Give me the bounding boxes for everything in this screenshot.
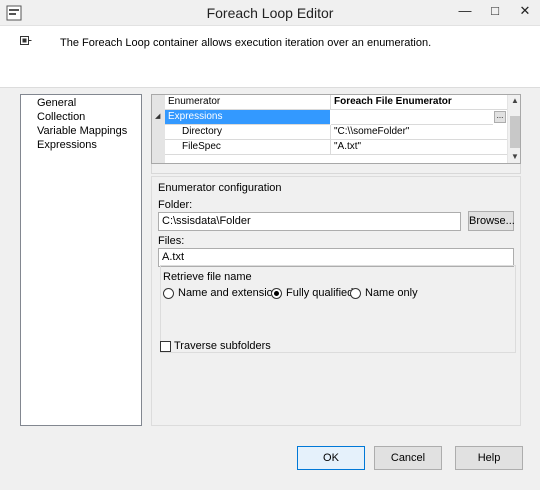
restore-icon[interactable]: □ xyxy=(480,0,510,24)
grid-row-directory[interactable]: Directory "C:\\someFolder" xyxy=(165,125,507,140)
name-and-extension-radio[interactable] xyxy=(163,288,174,299)
traverse-subfolders-checkbox[interactable] xyxy=(160,341,171,352)
grid-property-name: FileSpec xyxy=(182,141,221,152)
dialog-header: The Foreach Loop container allows execut… xyxy=(0,26,540,88)
name-only-label[interactable]: Name only xyxy=(365,287,418,299)
loop-icon xyxy=(20,36,32,45)
scrollbar-thumb[interactable] xyxy=(510,116,520,148)
page-list: General Collection Variable Mappings Exp… xyxy=(20,94,142,426)
retrieve-label: Retrieve file name xyxy=(163,271,252,283)
grid-property-name: Directory xyxy=(182,126,223,137)
nav-item-variable-mappings[interactable]: Variable Mappings xyxy=(37,125,127,137)
grid-margin xyxy=(152,95,165,163)
folder-label: Folder: xyxy=(158,199,193,211)
minimize-icon[interactable]: — xyxy=(450,0,480,24)
scroll-up-icon[interactable]: ▲ xyxy=(508,96,520,105)
help-button[interactable]: Help xyxy=(455,446,523,470)
property-grid[interactable]: Enumerator Foreach File Enumerator ◢ Exp… xyxy=(151,94,521,164)
folder-input[interactable]: C:\ssisdata\Folder xyxy=(158,212,461,231)
browse-button[interactable]: Browse... xyxy=(468,211,515,231)
nav-item-general[interactable]: General xyxy=(37,97,76,109)
nav-item-expressions[interactable]: Expressions xyxy=(37,139,97,151)
radio-selected-dot xyxy=(274,291,279,296)
name-and-extension-label[interactable]: Name and extension xyxy=(178,287,279,299)
grid-row-filespec[interactable]: FileSpec "A.txt" xyxy=(165,140,507,155)
grid-property-name: Expressions xyxy=(168,111,223,122)
traverse-subfolders-label[interactable]: Traverse subfolders xyxy=(174,340,271,352)
nav-item-collection[interactable]: Collection xyxy=(37,111,85,123)
files-label: Files: xyxy=(158,235,185,247)
fully-qualified-radio[interactable] xyxy=(271,288,282,299)
grid-property-value[interactable] xyxy=(331,110,493,125)
grid-property-name: Enumerator xyxy=(168,96,221,107)
fully-qualified-label[interactable]: Fully qualified xyxy=(286,287,353,299)
scroll-down-icon[interactable]: ▼ xyxy=(508,152,520,161)
group-label: Enumerator configuration xyxy=(158,182,282,194)
grid-property-value[interactable]: Foreach File Enumerator xyxy=(334,96,452,107)
ok-button[interactable]: OK xyxy=(297,446,365,470)
collapse-icon[interactable]: ◢ xyxy=(155,112,160,120)
cancel-button[interactable]: Cancel xyxy=(374,446,442,470)
close-icon[interactable]: ✕ xyxy=(510,0,540,24)
header-description: The Foreach Loop container allows execut… xyxy=(60,37,432,49)
grid-scrollbar[interactable]: ▲ ▼ xyxy=(507,95,520,163)
grid-description-pane xyxy=(151,164,521,174)
grid-row-enumerator[interactable]: Enumerator Foreach File Enumerator xyxy=(165,95,507,110)
grid-row-expressions[interactable]: Expressions xyxy=(165,110,330,125)
grid-property-value[interactable]: "C:\\someFolder" xyxy=(334,126,409,137)
ellipsis-button[interactable]: ... xyxy=(494,111,506,123)
enumerator-configuration-group: Enumerator configuration Folder: C:\ssis… xyxy=(151,176,521,426)
grid-property-value[interactable]: "A.txt" xyxy=(334,141,361,152)
title-bar: Foreach Loop Editor — □ ✕ xyxy=(0,0,540,26)
name-only-radio[interactable] xyxy=(350,288,361,299)
